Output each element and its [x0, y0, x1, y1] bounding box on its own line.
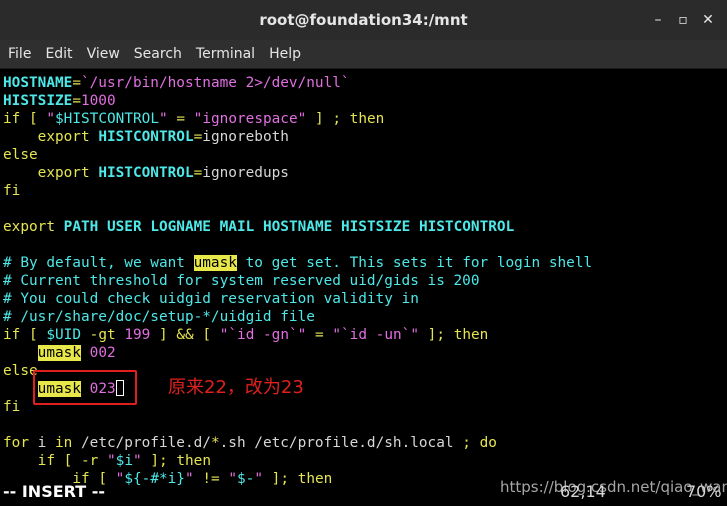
editor-line: umask 002: [37, 345, 116, 361]
watermark: https://blog.csdn.net/qiao_wang: [500, 478, 727, 496]
annotation-text: 原来22，改为23: [168, 377, 304, 398]
mode-indicator: -- INSERT --: [3, 482, 106, 501]
editor-line: # Current threshold for system reserved …: [3, 273, 480, 289]
editor-line: # /usr/share/doc/setup-*/uidgid file: [3, 309, 315, 325]
menu-edit[interactable]: Edit: [38, 40, 79, 68]
editor-line: export HISTCONTROL=ignoredups: [37, 165, 289, 181]
maximize-button[interactable]: ▫: [673, 10, 693, 30]
editor-line: # You could check uidgid reservation val…: [3, 291, 419, 307]
editor-line: fi: [3, 399, 21, 415]
window-title: root@foundation34:/mnt: [259, 11, 468, 29]
menu-file[interactable]: File: [0, 40, 38, 68]
editor-line: HOSTNAME=`/usr/bin/hostname 2>/dev/null`: [3, 75, 350, 91]
editor-line: for i in /etc/profile.d/*.sh /etc/profil…: [3, 435, 497, 451]
terminal-area[interactable]: HOSTNAME=`/usr/bin/hostname 2>/dev/null`…: [0, 69, 727, 506]
editor-line: export PATH USER LOGNAME MAIL HOSTNAME H…: [3, 219, 515, 235]
editor-line: fi: [3, 183, 21, 199]
editor-line: if [ $UID -gt 199 ] && [ "`id -gn`" = "`…: [3, 327, 489, 343]
editor-line: export HISTCONTROL=ignoreboth: [37, 129, 289, 145]
minimize-button[interactable]: –: [648, 10, 668, 30]
menu-view[interactable]: View: [80, 40, 127, 68]
menu-search[interactable]: Search: [127, 40, 189, 68]
close-button[interactable]: ✕: [698, 10, 718, 30]
editor-line: if [ -r "$i" ]; then: [37, 453, 212, 469]
menu-bar: File Edit View Search Terminal Help: [0, 40, 727, 69]
editor-line: else: [3, 147, 38, 163]
editor-line: # By default, we want umask to get set. …: [3, 255, 593, 271]
highlight-box: [33, 370, 137, 405]
menu-terminal[interactable]: Terminal: [189, 40, 262, 68]
editor-line: HISTSIZE=1000: [3, 93, 116, 109]
menu-help[interactable]: Help: [262, 40, 308, 68]
window-titlebar: root@foundation34:/mnt – ▫ ✕: [0, 0, 727, 40]
editor-line: if [ "$HISTCONTROL" = "ignorespace" ] ; …: [3, 111, 385, 127]
